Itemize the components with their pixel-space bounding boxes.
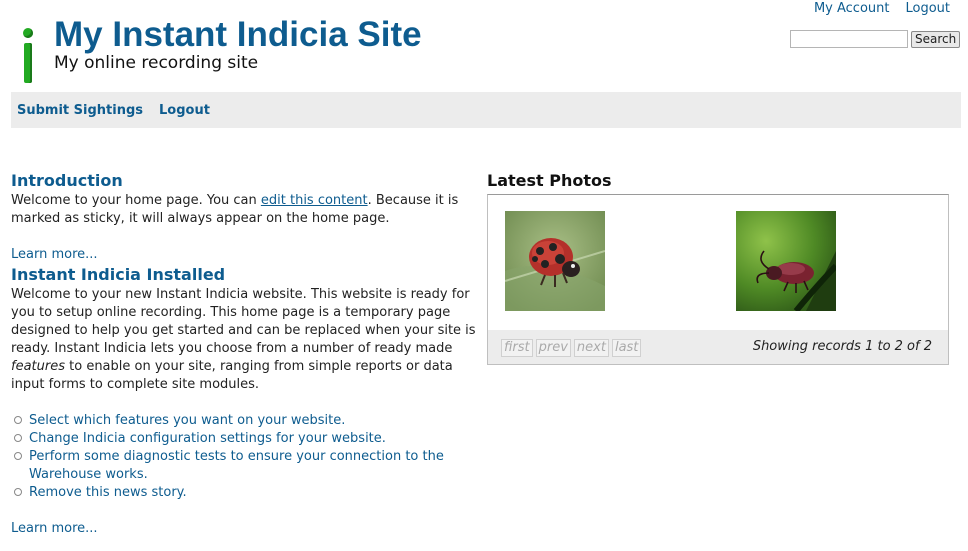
beetle-photo — [736, 211, 836, 311]
configuration-settings-link[interactable]: Change Indicia configuration settings fo… — [29, 431, 386, 446]
bullet-icon — [14, 434, 22, 442]
site-logo-icon[interactable] — [19, 25, 39, 85]
bullet-icon — [14, 488, 22, 496]
installed-text: Welcome to your new Instant Indicia webs… — [11, 286, 476, 394]
pager-next-button[interactable]: next — [573, 339, 609, 357]
list-item: Change Indicia configuration settings fo… — [11, 430, 476, 448]
site-name[interactable]: My Instant Indicia Site — [54, 14, 422, 56]
remove-news-story-link[interactable]: Remove this news story. — [29, 485, 187, 500]
pager-status: Showing records 1 to 2 of 2 — [752, 339, 932, 354]
diagnostic-tests-link[interactable]: Perform some diagnostic tests to ensure … — [29, 449, 444, 482]
bullet-icon — [14, 452, 22, 460]
list-item: Select which features you want on your w… — [11, 412, 476, 430]
gallery-pager: first prev next last Showing records 1 t… — [488, 330, 948, 364]
nav-item-submit-sightings[interactable]: Submit Sightings — [17, 103, 143, 118]
pager-first-button[interactable]: first — [501, 339, 533, 357]
latest-photos-title: Latest Photos — [487, 171, 612, 190]
introduction-learn-more-link[interactable]: Learn more... — [11, 247, 98, 262]
setup-links-list: Select which features you want on your w… — [11, 412, 476, 502]
search-button[interactable]: Search — [911, 30, 961, 48]
installed-title[interactable]: Instant Indicia Installed — [11, 264, 476, 286]
list-item: Perform some diagnostic tests to ensure … — [11, 448, 476, 484]
pager-prev-button[interactable]: prev — [535, 339, 571, 357]
my-account-link[interactable]: My Account — [814, 1, 890, 16]
secondary-links: My Account Logout — [814, 1, 950, 16]
nav-item-logout[interactable]: Logout — [159, 103, 210, 118]
introduction-text: Welcome to your home page. You can edit … — [11, 192, 476, 228]
main-content: Introduction Welcome to your home page. … — [11, 170, 476, 538]
search-input[interactable] — [790, 30, 908, 48]
bullet-icon — [14, 416, 22, 424]
pager-last-button[interactable]: last — [611, 339, 642, 357]
select-features-link[interactable]: Select which features you want on your w… — [29, 413, 345, 428]
edit-content-link[interactable]: edit this content — [261, 193, 368, 208]
search-form: Search — [790, 30, 961, 48]
header-logout-link[interactable]: Logout — [905, 1, 950, 16]
primary-nav: Submit Sightings Logout — [11, 92, 961, 128]
photo-thumbnail[interactable] — [736, 211, 836, 311]
installed-learn-more-link[interactable]: Learn more... — [11, 521, 98, 536]
logo-dot — [23, 28, 33, 38]
ladybird-photo — [505, 211, 605, 311]
installed-text-part: to enable on your site, ranging from sim… — [11, 359, 453, 392]
photo-thumbnail[interactable] — [505, 211, 605, 311]
logo-stem — [24, 43, 32, 83]
intro-text-part: Welcome to your home page. You can — [11, 193, 261, 208]
list-item: Remove this news story. — [11, 484, 476, 502]
installed-text-part: Welcome to your new Instant Indicia webs… — [11, 287, 476, 356]
installed-text-emphasis: features — [11, 359, 65, 374]
site-slogan: My online recording site — [54, 53, 259, 73]
introduction-title[interactable]: Introduction — [11, 170, 476, 192]
pager-buttons: first prev next last — [501, 339, 642, 357]
latest-photos-gallery: first prev next last Showing records 1 t… — [487, 194, 949, 365]
